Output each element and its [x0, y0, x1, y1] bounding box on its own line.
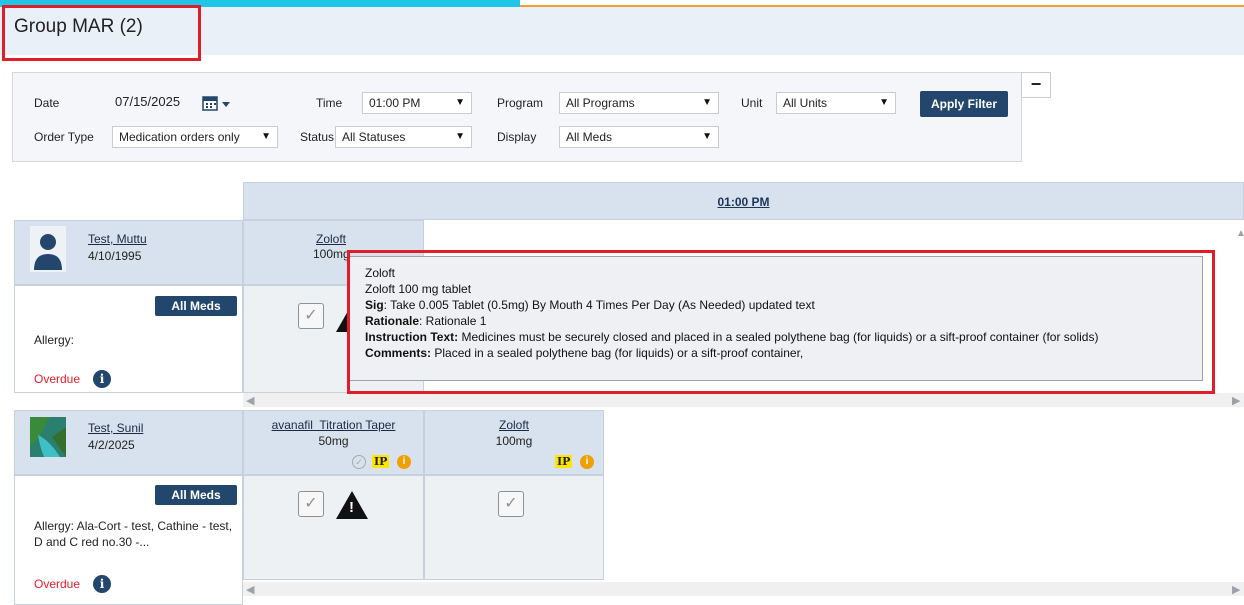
med-name-link[interactable]: Zoloft	[424, 418, 604, 432]
highlight-box-tooltip	[347, 250, 1215, 394]
order-type-select-value: Medication orders only	[119, 130, 240, 144]
date-label: Date	[34, 96, 60, 110]
time-label: Time	[316, 96, 343, 110]
med-dose: 50mg	[318, 434, 349, 448]
time-select-value: 01:00 PM	[369, 96, 421, 110]
unit-label: Unit	[741, 96, 763, 110]
display-select[interactable]: All Meds ▼	[559, 126, 719, 148]
highlight-box-title	[2, 5, 201, 61]
patient-dob: 4/10/1995	[88, 249, 142, 263]
med-dose: 100mg	[313, 247, 348, 261]
program-select[interactable]: All Programs ▼	[559, 92, 719, 114]
warning-icon: !	[336, 491, 368, 521]
status-select-value: All Statuses	[342, 130, 406, 144]
all-meds-button[interactable]: All Meds	[155, 296, 237, 316]
ip-badge: IP	[372, 455, 390, 468]
ip-badge: IP	[555, 455, 573, 468]
status-label: Status	[300, 130, 335, 144]
program-select-value: All Programs	[566, 96, 635, 110]
calendar-icon[interactable]	[202, 94, 232, 112]
scroll-up-arrow[interactable]: ▲	[1236, 228, 1244, 239]
time-select[interactable]: 01:00 PM ▼	[362, 92, 472, 114]
status-select[interactable]: All Statuses ▼	[335, 126, 472, 148]
chevron-down-icon: ▼	[702, 131, 712, 142]
scroll-left-arrow[interactable]: ◀	[246, 583, 254, 596]
info-icon[interactable]: i	[397, 455, 411, 469]
info-icon[interactable]: i	[93, 575, 111, 593]
unit-select[interactable]: All Units ▼	[776, 92, 896, 114]
user-avatar-icon	[30, 226, 66, 272]
checkbox-icon[interactable]: ✓	[298, 303, 324, 329]
info-icon[interactable]: i	[93, 370, 111, 388]
chevron-down-icon: ▼	[261, 131, 271, 142]
order-type-select[interactable]: Medication orders only ▼	[112, 126, 278, 148]
filter-panel	[12, 72, 1022, 162]
overdue-label: Overdue	[34, 372, 81, 386]
horizontal-scrollbar[interactable]	[243, 393, 1244, 407]
chevron-down-icon: ▼	[879, 97, 889, 108]
patient-photo	[30, 417, 66, 457]
chevron-down-icon: ▼	[702, 97, 712, 108]
display-select-value: All Meds	[566, 130, 613, 144]
time-column-header[interactable]: 01:00 PM	[243, 182, 1244, 220]
administered-check-icon: ✓	[352, 455, 366, 469]
med-name-link[interactable]: avanafil Titration Taper	[243, 418, 424, 432]
info-icon[interactable]: i	[580, 455, 594, 469]
administration-cell[interactable]	[243, 475, 424, 580]
apply-filter-button[interactable]: Apply Filter	[920, 91, 1008, 117]
unit-select-value: All Units	[783, 96, 828, 110]
checkbox-icon[interactable]: ✓	[298, 491, 324, 517]
program-label: Program	[497, 96, 544, 110]
patient-name-link[interactable]: Test, Sunil	[88, 421, 143, 435]
all-meds-button[interactable]: All Meds	[155, 485, 237, 505]
patient-name-link[interactable]: Test, Muttu	[88, 232, 147, 246]
collapse-filter-button[interactable]: −	[1021, 72, 1051, 98]
horizontal-scrollbar[interactable]	[243, 582, 1244, 596]
scroll-right-arrow[interactable]: ▶	[1232, 394, 1240, 407]
chevron-down-icon: ▼	[455, 97, 465, 108]
med-name-link[interactable]: Zoloft	[316, 232, 346, 246]
order-type-label: Order Type	[34, 130, 94, 144]
allergy-text: Allergy:	[34, 333, 75, 347]
med-dose: 100mg	[495, 434, 533, 448]
chevron-down-icon: ▼	[455, 131, 465, 142]
checkbox-icon[interactable]: ✓	[498, 491, 524, 517]
allergy-text: Allergy: Ala-Cort - test, Cathine - test…	[34, 519, 233, 549]
patient-dob: 4/2/2025	[88, 438, 135, 452]
time-column-label[interactable]: 01:00 PM	[244, 183, 1243, 221]
display-label: Display	[497, 130, 537, 144]
overdue-label: Overdue	[34, 577, 81, 591]
scroll-right-arrow[interactable]: ▶	[1232, 583, 1240, 596]
date-input[interactable]: 07/15/2025	[115, 94, 180, 109]
scroll-left-arrow[interactable]: ◀	[246, 394, 254, 407]
